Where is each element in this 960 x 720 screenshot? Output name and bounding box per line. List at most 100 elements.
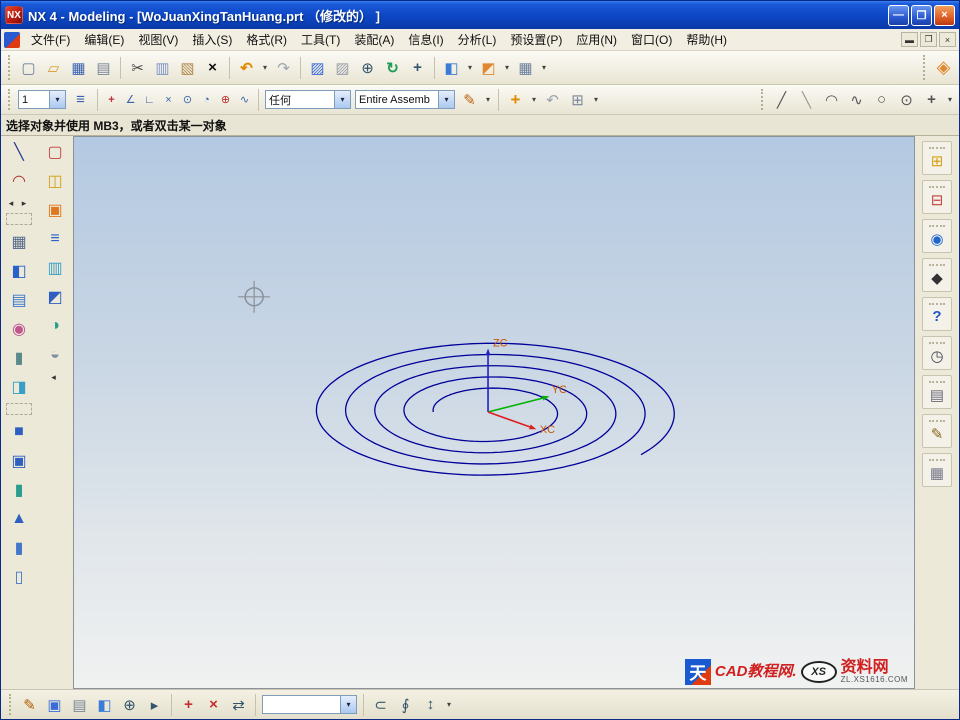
application-button[interactable]: ◈ (931, 55, 956, 80)
open-file-button[interactable]: ▱ (41, 55, 66, 80)
menu-format[interactable]: 格式(R) (239, 29, 294, 50)
pan-button[interactable]: + (405, 55, 430, 80)
menu-analysis[interactable]: 分析(L) (451, 29, 504, 50)
toolbar-scroll-arrows[interactable]: ◂ ▸ (5, 197, 33, 209)
toolbar-grip[interactable] (8, 55, 12, 80)
delete-button[interactable]: × (200, 55, 225, 80)
wcs-dynamics-button[interactable]: + (503, 87, 528, 112)
point-tool-button[interactable]: + (919, 87, 944, 112)
window-cascade-button[interactable]: ▨ (305, 55, 330, 80)
layer-settings-button[interactable]: ▤ (67, 692, 92, 717)
transform-button[interactable]: ⇄ (226, 692, 251, 717)
fit-view-button[interactable]: ↻ (380, 55, 405, 80)
window-tile-button[interactable]: ▨ (330, 55, 355, 80)
redo-button[interactable]: ↷ (271, 55, 296, 80)
toolbar-grip[interactable] (9, 694, 13, 715)
zoom-in-button[interactable]: ⊕ (355, 55, 380, 80)
extrude-tool[interactable]: ◩ (40, 284, 70, 309)
help-tab[interactable]: ? (922, 297, 952, 331)
snap-point-button[interactable]: + (102, 90, 121, 109)
tube-feature-tool[interactable]: ▮ (4, 477, 34, 502)
layer-visible-button[interactable]: ≡ (68, 87, 93, 112)
line-tool-button[interactable]: ╱ (769, 87, 794, 112)
sketch-tool[interactable]: ▣ (40, 197, 70, 222)
shaft-feature-tool[interactable]: ▮ (4, 535, 34, 560)
combo-arrow-icon[interactable]: ▾ (49, 91, 65, 108)
selection-intent-dropdown[interactable]: ▾ (482, 87, 494, 112)
menu-information[interactable]: 信息(I) (401, 29, 450, 50)
new-file-button[interactable]: ▢ (16, 55, 41, 80)
palettes-tab[interactable]: ▤ (922, 375, 952, 409)
point-set-tool[interactable]: ▦ (4, 229, 34, 254)
boss-feature-tool[interactable]: ◨ (4, 374, 34, 399)
selection-filter-combo[interactable]: 任何 ▾ (265, 90, 351, 109)
brush-tool-button[interactable]: ✎ (17, 692, 42, 717)
graphics-viewport[interactable]: ZCYCXC 天 CAD教程网. XS 资料网 ZL.XS1616.COM (73, 136, 915, 689)
circle-tool-button[interactable]: ○ (869, 87, 894, 112)
orient-view-button[interactable]: ◩ (476, 55, 501, 80)
paste-button[interactable]: ▧ (175, 55, 200, 80)
datum-plane-tool[interactable]: ▤ (4, 287, 34, 312)
copy-button[interactable]: ▥ (150, 55, 175, 80)
combo-arrow-icon[interactable]: ▾ (334, 91, 350, 108)
toolbar-grip[interactable] (761, 89, 765, 110)
block-feature-tool[interactable]: ◧ (4, 258, 34, 283)
history-tab[interactable]: ◷ (922, 336, 952, 370)
snap-midpoint-button[interactable]: ∟ (140, 90, 159, 109)
style-tool[interactable]: ▢ (40, 139, 70, 164)
circle-center-tool-button[interactable]: ⊙ (894, 87, 919, 112)
create-point-button[interactable]: + (176, 692, 201, 717)
undo-button[interactable]: ↶ (234, 55, 259, 80)
menu-preferences[interactable]: 预设置(P) (503, 29, 569, 50)
layer-stack-tool[interactable]: ≡ (40, 226, 70, 251)
constraint-navigator-tab[interactable]: ⊟ (922, 180, 952, 214)
arc-curve-tool[interactable]: ◠ (4, 168, 34, 193)
orient-view-dropdown[interactable]: ▾ (501, 55, 513, 80)
shaded-view-dropdown[interactable]: ▾ (464, 55, 476, 80)
infinite-line-tool-button[interactable]: ╲ (794, 87, 819, 112)
print-button[interactable]: ▤ (91, 55, 116, 80)
work-layer-combo[interactable]: 1 ▾ (18, 90, 66, 109)
toolbar-grip[interactable] (8, 89, 12, 110)
web-browser-tab[interactable]: ◉ (922, 219, 952, 253)
zoom-tool-button[interactable]: ⊕ (117, 692, 142, 717)
roles-tab[interactable]: ◆ (922, 258, 952, 292)
sphere-feature-tool[interactable]: ◉ (4, 316, 34, 341)
selection-scope-combo[interactable]: Entire Assemb ▾ (355, 90, 455, 109)
shaded-view-button[interactable]: ◧ (439, 55, 464, 80)
menu-file[interactable]: 文件(F) (24, 29, 77, 50)
undo-secondary-button[interactable]: ↶ (540, 87, 565, 112)
close-button[interactable]: × (934, 5, 955, 26)
layout-button[interactable]: ▦ (513, 55, 538, 80)
attach-button[interactable]: ∮ (393, 692, 418, 717)
selection-intent-button[interactable]: ✎ (457, 87, 482, 112)
selection-button[interactable]: ▸ (142, 692, 167, 717)
x-axis[interactable] (488, 412, 530, 427)
menu-tools[interactable]: 工具(T) (294, 29, 347, 50)
cube-feature-tool[interactable]: ▣ (4, 448, 34, 473)
extrude-feature-tool[interactable]: ■ (4, 419, 34, 444)
restore-button[interactable]: ❐ (911, 5, 932, 26)
cone-feature-tool[interactable]: ▲ (4, 506, 34, 531)
sheet-tool[interactable]: ▥ (40, 255, 70, 280)
doc-minimize-button[interactable]: ▬ (901, 32, 918, 47)
snap-point-on-curve-button[interactable]: ∿ (235, 90, 254, 109)
menu-insert[interactable]: 插入(S) (185, 29, 239, 50)
layout-dropdown[interactable]: ▾ (538, 55, 550, 80)
combo-arrow-icon[interactable]: ▾ (340, 696, 356, 713)
datum-csys-tool[interactable]: ◫ (40, 168, 70, 193)
toolbar-scroll-left[interactable]: ◂ (41, 371, 69, 383)
connector-button[interactable]: ⊂ (368, 692, 393, 717)
spiral-curve[interactable] (316, 343, 674, 475)
undo-dropdown[interactable]: ▾ (259, 55, 271, 80)
doc-close-button[interactable]: × (939, 32, 956, 47)
menu-assemblies[interactable]: 装配(A) (347, 29, 401, 50)
more-tools-dropdown[interactable]: ▾ (443, 692, 455, 717)
snap-endpoint-button[interactable]: ∠ (121, 90, 140, 109)
save-button[interactable]: ▦ (66, 55, 91, 80)
line-curve-tool[interactable]: ╲ (4, 139, 34, 164)
combo-arrow-icon[interactable]: ▾ (438, 91, 454, 108)
snap-quadrant-button[interactable]: ◔ (197, 90, 216, 109)
menu-help[interactable]: 帮助(H) (679, 29, 734, 50)
doc-restore-button[interactable]: ❐ (920, 32, 937, 47)
